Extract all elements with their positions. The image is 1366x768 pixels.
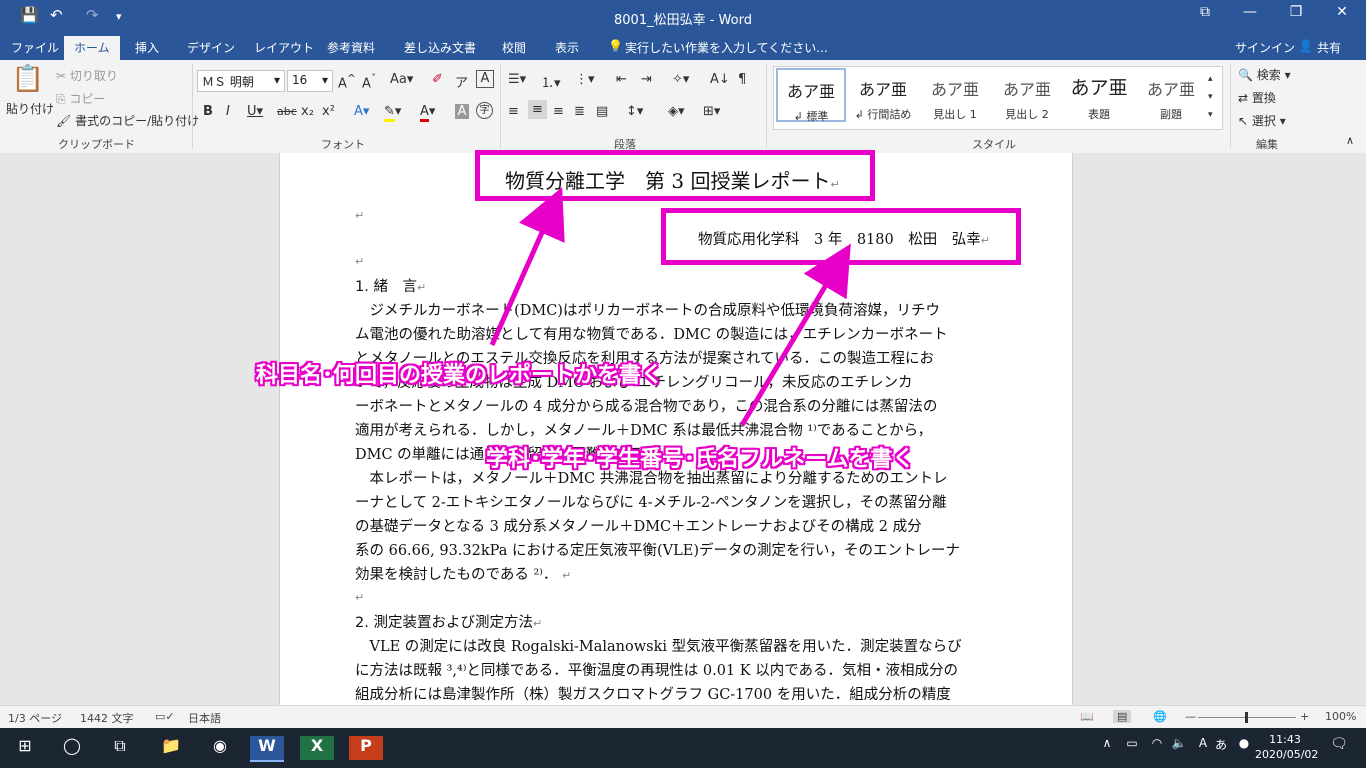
arrow-to-author — [739, 243, 851, 427]
windows-start-icon[interactable]: ⊞ — [8, 736, 42, 760]
word-count[interactable]: 1442 文字 — [80, 710, 134, 726]
language-indicator[interactable]: 日本語 — [188, 710, 221, 726]
task-view-icon[interactable]: ⧉ — [103, 736, 137, 760]
zoom-level[interactable]: 100% — [1325, 710, 1356, 723]
file-explorer-icon[interactable]: 📁 — [154, 736, 188, 760]
web-layout-icon[interactable]: 🌐 — [1153, 710, 1167, 723]
annotation-arrows — [489, 187, 851, 427]
clock[interactable]: 11:43 2020/05/02 — [1255, 732, 1319, 762]
callout-title-note: 科目名･何回目の授業のレポートかを書く — [256, 363, 664, 388]
powerpoint-taskbar-icon[interactable]: P — [349, 736, 383, 760]
word-taskbar-icon[interactable]: W — [250, 736, 284, 762]
clock-time: 11:43 — [1269, 733, 1301, 746]
excel-taskbar-icon[interactable]: X — [300, 736, 334, 760]
search-icon[interactable]: ◯ — [55, 736, 89, 760]
zoom-slider-thumb[interactable] — [1245, 712, 1248, 723]
zoom-out-button[interactable]: — — [1185, 710, 1196, 723]
notifications-icon[interactable]: 🗨 — [1322, 736, 1356, 760]
print-layout-icon[interactable]: ▤ — [1113, 710, 1132, 723]
callout-author-note: 学科･学年･学生番号･氏名フルネームを書く — [486, 447, 915, 472]
status-bar: 1/3 ページ 1442 文字 ▭✓ 日本語 📖 ▤ 🌐 — + 100% — [0, 705, 1366, 729]
read-mode-icon[interactable]: 📖 — [1080, 710, 1094, 723]
proofing-icon[interactable]: ▭✓ — [155, 710, 175, 723]
taskbar: ⊞ ◯ ⧉ 📁 ◉ W X P ∧ ▭ ◠ 🔈 A あ ● 11:43 2020… — [0, 728, 1366, 768]
chrome-icon[interactable]: ◉ — [203, 736, 237, 760]
clock-date: 2020/05/02 — [1255, 748, 1319, 761]
page-count[interactable]: 1/3 ページ — [8, 710, 62, 726]
arrow-to-title — [489, 187, 565, 347]
zoom-in-button[interactable]: + — [1300, 710, 1309, 723]
